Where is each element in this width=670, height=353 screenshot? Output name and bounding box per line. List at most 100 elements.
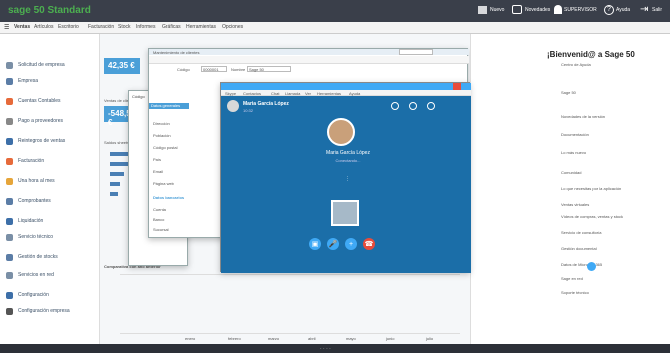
sidebar-item-13[interactable]: Configuración empresa — [6, 306, 70, 316]
client-window-titlebar: Mantenimiento de clientes — [149, 49, 469, 55]
hangup-button[interactable]: ☎ — [363, 238, 375, 250]
ledger-icon — [6, 97, 13, 105]
help-link[interactable]: Ventas virtuales — [561, 202, 589, 207]
tab-opciones[interactable]: Opciones — [222, 24, 243, 30]
help-link[interactable]: Soporte técnico — [561, 290, 589, 295]
tab-graficas[interactable]: Gráficas — [162, 24, 181, 30]
call-status: Conectando... — [335, 158, 361, 163]
code-field[interactable]: 0000001 — [201, 66, 227, 72]
help-button[interactable]: Ayuda — [616, 7, 630, 13]
user-button[interactable]: SUPERVISOR — [564, 7, 597, 13]
tab-articulos[interactable]: Artículos — [34, 24, 53, 30]
invoice-icon — [6, 157, 13, 165]
kpi-ventas: 42,35 € — [104, 58, 140, 74]
sidebar-item-9[interactable]: Servicio técnico — [6, 232, 53, 242]
menu-bar: ☰ Ventas Artículos Escritorio Facturació… — [0, 22, 670, 34]
month-label: febrero — [228, 336, 241, 341]
help-link[interactable]: Sage en red — [561, 276, 583, 281]
sidebar-item-0[interactable]: Solicitud de empresa — [6, 60, 65, 70]
tab-facturacion[interactable]: Facturación — [88, 24, 114, 30]
bar-chart-icon[interactable] — [478, 6, 487, 14]
month-label: junio — [386, 336, 395, 341]
skype-window: Skype Contactos Chat Llamada Ver Herrami… — [220, 82, 471, 273]
top-bar: sage 50 Standard Nuevo Novedades SUPERVI… — [0, 0, 670, 22]
field-label: Banco — [153, 217, 165, 222]
avatar — [227, 100, 239, 112]
sidebar-item-2[interactable]: Cuentas Contables — [6, 96, 61, 106]
help-link[interactable]: Gestión documental — [561, 246, 597, 251]
bar — [110, 192, 118, 196]
tab-escritorio[interactable]: Escritorio — [58, 24, 79, 30]
dots-icon: ⋮ — [345, 176, 350, 182]
sidebar-item-11[interactable]: Servicios en red — [6, 270, 54, 280]
app-logo: sage 50 Standard — [8, 5, 91, 16]
return-icon — [6, 137, 13, 145]
tab-datos-generales[interactable]: Datos generales — [149, 103, 189, 109]
tab-stock[interactable]: Stock — [118, 24, 131, 30]
sidebar-item-1[interactable]: Empresa — [6, 76, 38, 86]
tab-herramientas[interactable]: Herramientas — [186, 24, 216, 30]
client-toolbar — [149, 56, 469, 64]
help-link[interactable]: Vídeos de compras, ventas y stock — [561, 214, 623, 219]
box-icon — [6, 253, 13, 261]
sidebar-item-label: Servicios en red — [18, 272, 54, 278]
field-label: Dirección — [153, 121, 170, 126]
help-link[interactable]: Sage 50 — [561, 90, 576, 95]
help-link[interactable]: Servicio de consultoría — [561, 230, 601, 235]
exit-button[interactable]: Salir — [652, 7, 662, 13]
help-link[interactable]: Lo que necesitas por la aplicación — [561, 186, 621, 191]
sidebar-item-label: Pago a proveedores — [18, 118, 64, 124]
chat-icon[interactable] — [427, 102, 435, 110]
sidebar-item-3[interactable]: Pago a proveedores — [6, 116, 63, 126]
bar — [110, 172, 124, 176]
call-screen: Maria García López 10:32 Maria García Ló… — [221, 96, 471, 273]
sidebar-item-12[interactable]: Configuración — [6, 290, 49, 300]
caller-name: Maria García López — [243, 101, 289, 107]
progress-dots: · · · · — [320, 346, 331, 352]
field-label: Email — [153, 169, 164, 174]
sidebar-item-10[interactable]: Gestión de stocks — [6, 252, 58, 262]
updates-button[interactable]: Novedades — [525, 7, 550, 13]
receipt-icon — [6, 197, 13, 205]
user-icon[interactable] — [554, 5, 562, 14]
add-button[interactable]: + — [345, 238, 357, 250]
exit-icon[interactable]: ⇥ — [640, 4, 648, 15]
code-label: Código — [177, 67, 190, 72]
video-button[interactable]: ▣ — [309, 238, 321, 250]
cog-icon — [6, 307, 13, 315]
help-link[interactable]: Lo más nuevo — [561, 150, 586, 155]
sidebar-item-8[interactable]: Liquidación — [6, 216, 43, 226]
welcome-panel: ¡Bienvenid@ a Sage 50 Centro de Ayuda Sa… — [470, 34, 670, 344]
sidebar-item-4[interactable]: Reintegros de ventas — [6, 136, 65, 146]
news-button[interactable]: Nuevo — [490, 7, 504, 13]
chat-bubble-icon[interactable] — [587, 262, 596, 271]
month-label: enero — [185, 336, 196, 341]
name-field[interactable]: Sage 50 — [247, 66, 291, 72]
notes-icon[interactable] — [512, 5, 522, 14]
bar — [110, 182, 120, 186]
field-label: País — [153, 157, 162, 162]
callee-avatar — [327, 118, 355, 146]
help-link[interactable]: Comunidad — [561, 170, 581, 175]
close-icon[interactable] — [453, 83, 461, 90]
sidebar-item-7[interactable]: Comprobantes — [6, 196, 51, 206]
skype-titlebar — [221, 83, 471, 90]
sidebar-item-label: Una hora al mes — [18, 178, 55, 184]
signal-icon[interactable] — [409, 102, 417, 110]
mic-button[interactable]: 🎤 — [327, 238, 339, 250]
help-link[interactable]: Novedades de la versión — [561, 114, 605, 119]
gear-icon — [6, 291, 13, 299]
truck-icon — [6, 117, 13, 125]
tab-ventas[interactable]: Ventas — [14, 24, 30, 30]
sidebar-item-label: Reintegros de ventas — [18, 138, 66, 144]
menu-icon[interactable]: ☰ — [4, 24, 9, 31]
help-icon[interactable]: ? — [604, 5, 614, 15]
help-link[interactable]: Documentación — [561, 132, 589, 137]
client-window-title: Mantenimiento de clientes — [153, 50, 200, 55]
search-field[interactable] — [399, 49, 433, 55]
sidebar-item-6[interactable]: Una hora al mes — [6, 176, 55, 186]
help-link[interactable]: Centro de Ayuda — [561, 62, 591, 67]
tab-informes[interactable]: Informes — [136, 24, 155, 30]
sidebar-item-5[interactable]: Facturación — [6, 156, 44, 166]
fullscreen-icon[interactable] — [391, 102, 399, 110]
